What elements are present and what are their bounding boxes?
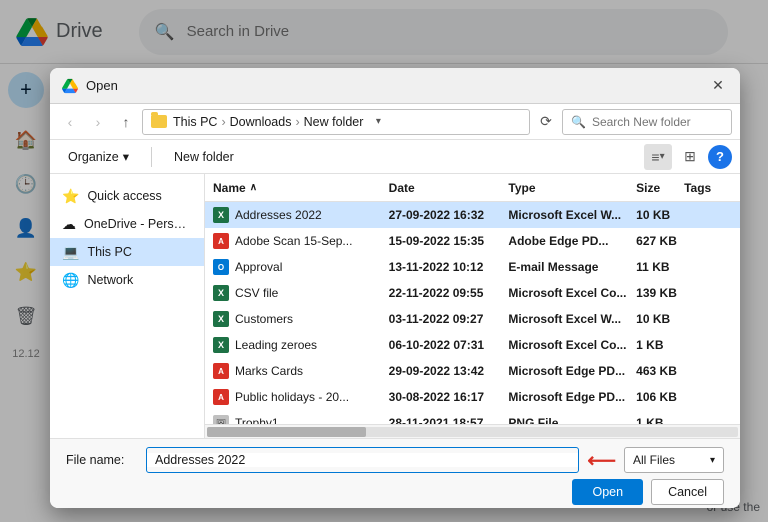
button-row: Open Cancel xyxy=(66,479,724,505)
dialog-title-text: Open xyxy=(86,78,118,93)
path-sep-2: › xyxy=(295,115,299,129)
col-header-type[interactable]: Type xyxy=(508,181,636,195)
file-list-header: Name ∧ Date Type Size Tags xyxy=(205,174,740,202)
file-row-approval[interactable]: O Approval 13-11-2022 10:12 E-mail Messa… xyxy=(205,254,740,280)
left-panel: ⭐ Quick access ☁ OneDrive - Persona... 💻… xyxy=(50,174,205,438)
path-new-folder: New folder xyxy=(304,115,364,129)
filename-input-wrap xyxy=(146,447,579,473)
dialog-navbar: ‹ › ↑ This PC › Downloads › New folder ▾… xyxy=(50,104,740,140)
pdf-icon-marks: A xyxy=(213,363,229,379)
file-row-public-holidays[interactable]: A Public holidays - 20... 30-08-2022 16:… xyxy=(205,384,740,410)
file-row-marks-cards[interactable]: A Marks Cards 29-09-2022 13:42 Microsoft… xyxy=(205,358,740,384)
pdf-icon-holidays: A xyxy=(213,389,229,405)
dialog-titlebar: Open ✕ xyxy=(50,68,740,104)
this-pc-icon: 💻 xyxy=(62,244,79,261)
view-icon-button[interactable]: ⊞ xyxy=(676,144,704,170)
excel-icon-csv: X xyxy=(213,285,229,301)
filetype-label: All Files xyxy=(633,453,675,467)
filetype-select[interactable]: All Files ▾ xyxy=(624,447,724,473)
help-icon: ? xyxy=(716,149,724,164)
organize-button[interactable]: Organize ▾ xyxy=(58,144,139,170)
dialog-search-box[interactable]: 🔍 xyxy=(562,109,732,135)
filename-label: File name: xyxy=(66,453,138,467)
forward-button[interactable]: › xyxy=(86,110,110,134)
dialog-body: ⭐ Quick access ☁ OneDrive - Persona... 💻… xyxy=(50,174,740,438)
drive-background: Drive 🔍 + 🏠 🕒 👤 ⭐ 🗑 12.12 xyxy=(0,0,768,522)
onedrive-icon: ☁ xyxy=(62,216,76,233)
path-dropdown-button[interactable]: ▾ xyxy=(367,111,389,133)
outlook-icon: O xyxy=(213,259,229,275)
path-downloads: Downloads xyxy=(230,115,292,129)
file-row-csv[interactable]: X CSV file 22-11-2022 09:55 Microsoft Ex… xyxy=(205,280,740,306)
file-list: Name ∧ Date Type Size Tags xyxy=(205,174,740,438)
arrow-indicator: ⟵ xyxy=(587,448,616,473)
toolbar-separator xyxy=(151,147,152,167)
filename-input[interactable] xyxy=(147,453,578,467)
file-row-customers[interactable]: X Customers 03-11-2022 09:27 Microsoft E… xyxy=(205,306,740,332)
list-view-icon: ≡ xyxy=(651,149,659,165)
open-dialog: Open ✕ ‹ › ↑ This PC › Downloads › New f… xyxy=(50,68,740,508)
file-rows: X Addresses 2022 27-09-2022 16:32 Micros… xyxy=(205,202,740,424)
dialog-toolbar: Organize ▾ New folder ≡ ▾ ⊞ ? xyxy=(50,140,740,174)
filetype-dropdown-icon: ▾ xyxy=(710,455,715,466)
path-folder-icon xyxy=(151,115,167,128)
path-sep-1: › xyxy=(221,115,225,129)
excel-icon-customers: X xyxy=(213,311,229,327)
nav-item-quick-access-label: Quick access xyxy=(87,189,161,203)
nav-item-network-label: Network xyxy=(87,273,133,287)
h-scroll-thumb[interactable] xyxy=(207,427,366,437)
image-icon-trophy: 🖼 xyxy=(213,415,229,424)
network-icon: 🌐 xyxy=(62,272,79,289)
open-button[interactable]: Open xyxy=(572,479,643,505)
file-row-leading-zeroes[interactable]: X Leading zeroes 06-10-2022 07:31 Micros… xyxy=(205,332,740,358)
dialog-bottom: File name: ⟵ All Files ▾ Open Cancel xyxy=(50,438,740,508)
path-bar[interactable]: This PC › Downloads › New folder ▾ xyxy=(142,109,530,135)
back-button[interactable]: ‹ xyxy=(58,110,82,134)
quick-access-icon: ⭐ xyxy=(62,188,79,205)
help-button[interactable]: ? xyxy=(708,145,732,169)
new-folder-button[interactable]: New folder xyxy=(164,144,244,170)
nav-item-this-pc[interactable]: 💻 This PC xyxy=(50,238,204,266)
dialog-title-left: Open xyxy=(62,78,118,94)
view-list-button[interactable]: ≡ ▾ xyxy=(644,144,672,170)
dialog-logo-icon xyxy=(62,78,78,94)
col-header-tags[interactable]: Tags xyxy=(684,181,732,195)
dialog-search-icon: 🔍 xyxy=(571,115,586,129)
col-header-date[interactable]: Date xyxy=(389,181,509,195)
toolbar-right: ≡ ▾ ⊞ ? xyxy=(644,144,732,170)
icon-view-icon: ⊞ xyxy=(684,148,696,165)
col-header-size[interactable]: Size xyxy=(636,181,684,195)
dialog-close-button[interactable]: ✕ xyxy=(708,76,728,96)
filename-row: File name: ⟵ All Files ▾ xyxy=(66,447,724,473)
dialog-search-input[interactable] xyxy=(592,115,723,129)
path-this-pc: This PC xyxy=(173,115,217,129)
file-row-addresses-2022[interactable]: X Addresses 2022 27-09-2022 16:32 Micros… xyxy=(205,202,740,228)
excel-icon-leading: X xyxy=(213,337,229,353)
excel-icon: X xyxy=(213,207,229,223)
h-scroll-track[interactable] xyxy=(207,427,738,437)
nav-item-this-pc-label: This PC xyxy=(87,245,131,259)
horizontal-scrollbar[interactable] xyxy=(205,424,740,438)
file-row-trophy1[interactable]: 🖼 Trophy1 28-11-2021 18:57 PNG File 1 KB xyxy=(205,410,740,424)
cancel-button[interactable]: Cancel xyxy=(651,479,724,505)
pdf-icon: A xyxy=(213,233,229,249)
red-arrow-icon: ⟵ xyxy=(587,448,616,473)
nav-item-onedrive[interactable]: ☁ OneDrive - Persona... xyxy=(50,210,204,238)
col-header-name[interactable]: Name ∧ xyxy=(213,181,389,195)
nav-item-onedrive-label: OneDrive - Persona... xyxy=(84,217,192,231)
nav-item-quick-access[interactable]: ⭐ Quick access xyxy=(50,182,204,210)
refresh-button[interactable]: ⟳ xyxy=(534,110,558,134)
up-button[interactable]: ↑ xyxy=(114,110,138,134)
file-row-adobe-scan[interactable]: A Adobe Scan 15-Sep... 15-09-2022 15:35 … xyxy=(205,228,740,254)
view-dropdown-icon: ▾ xyxy=(660,151,665,162)
nav-item-network[interactable]: 🌐 Network xyxy=(50,266,204,294)
